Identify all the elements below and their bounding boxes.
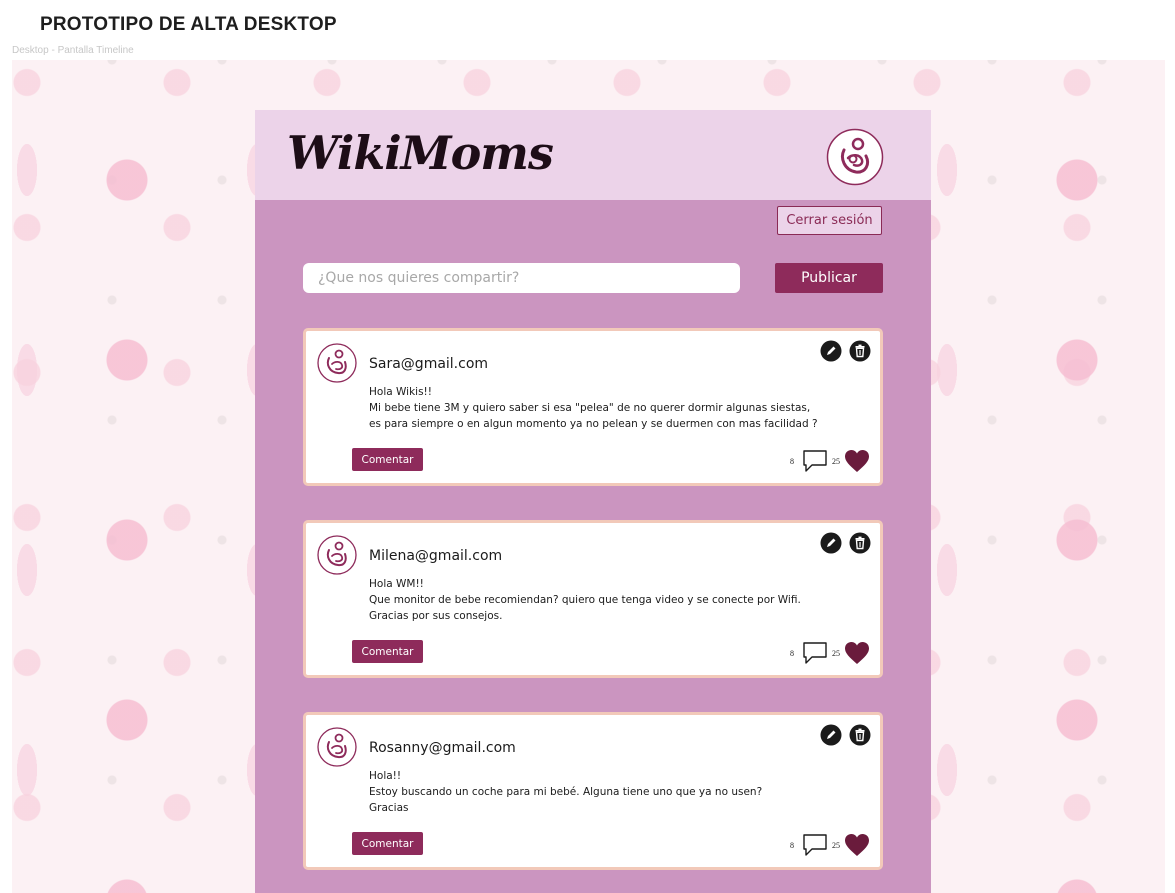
publish-button[interactable]: Publicar: [775, 263, 883, 293]
comments-icon[interactable]: [802, 449, 828, 473]
heart-icon[interactable]: [844, 833, 870, 857]
timeline-screen: WikiMoms Cerrar sesión ¿Que nos quieres …: [255, 110, 931, 893]
post-stats: 8 25: [790, 640, 870, 666]
heart-icon[interactable]: [844, 641, 870, 665]
post-line: Gracias: [369, 802, 409, 814]
edit-icon[interactable]: [820, 340, 842, 362]
prototype-heading: PROTOTIPO DE ALTA DESKTOP: [40, 14, 337, 35]
avatar-icon: [317, 343, 357, 383]
frame-label: Desktop - Pantalla Timeline: [12, 45, 134, 56]
delete-icon[interactable]: [849, 724, 871, 746]
mother-baby-logo-icon[interactable]: [826, 128, 884, 186]
post-line: Hola!!: [369, 770, 402, 782]
likes-count: 25: [832, 840, 840, 850]
app-header: WikiMoms: [255, 110, 931, 200]
post-line: Que monitor de bebe recomiendan? quiero …: [369, 594, 801, 606]
comments-count: 8: [790, 840, 794, 850]
logo[interactable]: WikiMoms: [287, 126, 554, 180]
avatar-icon: [317, 535, 357, 575]
comments-count: 8: [790, 456, 794, 466]
post-line: Mi bebe tiene 3M y quiero saber si esa "…: [369, 402, 811, 414]
comments-count: 8: [790, 648, 794, 658]
post-stats: 8 25: [790, 448, 870, 474]
post-card: Sara@gmail.com Hola Wikis!! Mi bebe tien…: [303, 328, 883, 486]
post-card: Rosanny@gmail.com Hola!! Estoy buscando …: [303, 712, 883, 870]
likes-count: 25: [832, 648, 840, 658]
post-body: Hola WM!! Que monitor de bebe recomienda…: [369, 576, 839, 624]
avatar-icon: [317, 727, 357, 767]
heart-icon[interactable]: [844, 449, 870, 473]
comment-button[interactable]: Comentar: [352, 640, 423, 663]
background-pattern: WikiMoms Cerrar sesión ¿Que nos quieres …: [12, 60, 1165, 893]
delete-icon[interactable]: [849, 532, 871, 554]
post-input[interactable]: ¿Que nos quieres compartir?: [303, 263, 740, 293]
likes-count: 25: [832, 456, 840, 466]
post-author[interactable]: Milena@gmail.com: [369, 548, 502, 564]
post-body: Hola Wikis!! Mi bebe tiene 3M y quiero s…: [369, 384, 839, 432]
post-author[interactable]: Sara@gmail.com: [369, 356, 488, 372]
edit-icon[interactable]: [820, 532, 842, 554]
edit-icon[interactable]: [820, 724, 842, 746]
post-line: Hola WM!!: [369, 578, 424, 590]
comments-icon[interactable]: [802, 641, 828, 665]
post-author[interactable]: Rosanny@gmail.com: [369, 740, 516, 756]
comment-button[interactable]: Comentar: [352, 448, 423, 471]
post-line: es para siempre o en algun momento ya no…: [369, 418, 818, 430]
post-stats: 8 25: [790, 832, 870, 858]
delete-icon[interactable]: [849, 340, 871, 362]
post-body: Hola!! Estoy buscando un coche para mi b…: [369, 768, 839, 816]
comments-icon[interactable]: [802, 833, 828, 857]
post-line: Estoy buscando un coche para mi bebé. Al…: [369, 786, 763, 798]
post-line: Gracias por sus consejos.: [369, 610, 503, 622]
post-card: Milena@gmail.com Hola WM!! Que monitor d…: [303, 520, 883, 678]
logout-button[interactable]: Cerrar sesión: [777, 206, 882, 235]
comment-button[interactable]: Comentar: [352, 832, 423, 855]
post-line: Hola Wikis!!: [369, 386, 432, 398]
